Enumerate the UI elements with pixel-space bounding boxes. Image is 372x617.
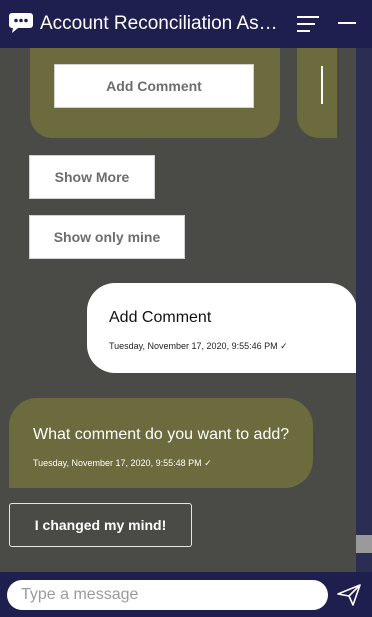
comment-card: Add Comment: [30, 48, 280, 138]
conversation-area[interactable]: Add Comment Show More Show only mine Add…: [0, 48, 356, 572]
chat-widget: Account Reconciliation Ass... Add Commen…: [0, 0, 372, 617]
changed-my-mind-button[interactable]: I changed my mind!: [9, 503, 192, 547]
user-message-text: Add Comment: [109, 309, 212, 326]
composer: [0, 572, 372, 617]
card-button-edge: [321, 66, 323, 104]
bot-message-timestamp: Tuesday, November 17, 2020, 9:55:48 PM ✓: [33, 458, 212, 468]
send-icon[interactable]: [336, 583, 362, 607]
hamburger-menu-icon[interactable]: [295, 12, 323, 36]
message-input[interactable]: [7, 580, 328, 610]
bot-message-text: What comment do you want to add?: [33, 426, 290, 443]
show-more-button[interactable]: Show More: [29, 155, 155, 199]
chat-header: Account Reconciliation Ass...: [0, 0, 372, 48]
add-comment-card-button[interactable]: Add Comment: [54, 64, 254, 108]
show-only-mine-button[interactable]: Show only mine: [29, 215, 185, 259]
user-message-timestamp: Tuesday, November 17, 2020, 9:55:46 PM ✓: [109, 341, 288, 351]
bot-message-bubble: What comment do you want to add? Tuesday…: [9, 398, 313, 488]
chat-bubble-icon: [9, 13, 33, 33]
chat-title: Account Reconciliation Ass...: [40, 13, 280, 34]
minimize-icon[interactable]: [334, 12, 360, 36]
chat-scrollbar[interactable]: [356, 48, 372, 572]
next-card-peek: [297, 48, 337, 138]
user-message-bubble: Add Comment Tuesday, November 17, 2020, …: [87, 283, 356, 373]
scrollbar-thumb[interactable]: [356, 535, 372, 553]
